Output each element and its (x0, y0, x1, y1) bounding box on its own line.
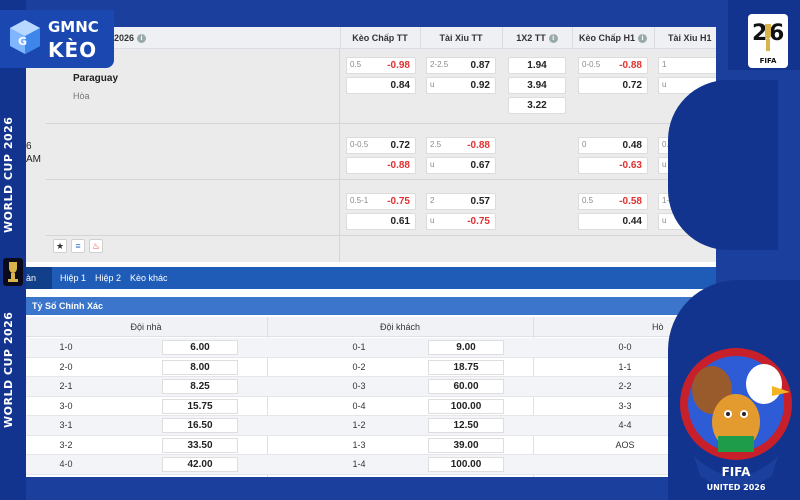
home-score: 3-0 (59, 400, 73, 411)
odd-cell[interactable]: 0-0.5 -0.88 (578, 57, 648, 74)
home-score: 4-0 (59, 459, 73, 469)
odd-cell[interactable]: u 0.92 (426, 77, 496, 94)
home-odd-button[interactable]: 8.00 (162, 359, 238, 375)
side-label-bottom: WORLD CUP 2026 (2, 311, 15, 429)
home-odd-button[interactable]: 15.75 (162, 398, 238, 414)
odd-cell[interactable]: 0.5-1 -0.75 (346, 193, 416, 210)
away-score: 0-2 (352, 361, 366, 372)
info-icon[interactable]: i (548, 34, 558, 44)
league-title: 2026 i (114, 27, 154, 49)
odds-panel: 2026 i Kèo Chấp TT Tài Xỉu TT 1X2 TT i Kèo… (26, 27, 716, 477)
table-row: 3-0 15.75 0-4 100.00 3-3 (26, 397, 716, 416)
home-score: 3-2 (59, 439, 73, 450)
team-column: Paraguay Hòa (46, 49, 340, 262)
fifa-2026-badge-icon: 2 6 FIFA (748, 14, 788, 68)
gmnc-keo-logo[interactable]: G GMNC KÈO (0, 10, 114, 68)
odd-cell[interactable]: -0.88 (346, 157, 416, 174)
away-score: 1-4 (352, 459, 366, 469)
odds-body: Paraguay Hòa 6 AM 0.5 -0.98 0.84 2-2.5 0.8… (26, 49, 716, 262)
odd-cell[interactable]: 2-2.5 0.87 (426, 57, 496, 74)
home-odd-button[interactable]: 42.00 (162, 457, 238, 472)
svg-text:6: 6 (769, 21, 784, 46)
home-score: 2-0 (59, 361, 73, 372)
match-date: 6 (26, 141, 32, 152)
odd-cell[interactable]: 0.72 (578, 77, 648, 94)
world-cup-mascot-emblem: FIFA UNITED 2026 (680, 348, 792, 492)
home-score: 1-0 (59, 342, 73, 352)
home-odd-button[interactable]: 16.50 (162, 418, 238, 433)
tab-full-match[interactable]: àn trận (26, 267, 52, 305)
home-score: 2-1 (59, 381, 73, 391)
odd-cell[interactable]: u 0.67 (426, 157, 496, 174)
col-handicap: Kèo Chấp TT (352, 33, 408, 43)
odd-cell[interactable]: 0.61 (346, 213, 416, 230)
side-label-top: WORLD CUP 2026 (2, 116, 15, 234)
tab-half-2[interactable]: Hiệp 2 (95, 267, 121, 289)
odd-cell[interactable]: 0.5 -0.58 (578, 193, 648, 210)
odd-cell[interactable]: u -0.75 (426, 213, 496, 230)
logo-line2: KÈO (48, 38, 98, 62)
odd-cell[interactable]: 0.44 (578, 213, 648, 230)
table-row: 2-0 8.00 0-2 18.75 1-1 (26, 358, 716, 377)
table-row: 1-0 6.00 0-1 9.00 0-0 (26, 338, 716, 358)
home-odd-button[interactable]: 8.25 (162, 379, 238, 394)
away-score: 0-1 (352, 342, 366, 352)
exact-score-title: Tỷ Số Chính Xác (26, 297, 716, 315)
away-odd-button[interactable]: 100.00 (428, 398, 504, 414)
away-score: 1-3 (352, 439, 366, 450)
draw-label: Hòa (73, 91, 90, 101)
odd-cell[interactable]: 0.84 (346, 77, 416, 94)
home-odd-button[interactable]: 33.50 (162, 437, 238, 453)
home-odd-button[interactable]: 6.00 (162, 340, 238, 355)
odd-cell[interactable]: 0.5 -0.98 (346, 57, 416, 74)
odd-1x2-draw[interactable]: 3.22 (508, 97, 566, 114)
info-icon[interactable]: i (137, 34, 147, 44)
fire-icon[interactable]: ♨ (89, 239, 103, 253)
period-tabs: àn trận Hiệp 1 Hiệp 2 Kèo khác (26, 267, 716, 305)
odd-cell[interactable]: 0 0.48 (578, 137, 648, 154)
home-score: 3-1 (59, 420, 73, 430)
away-score: 0-4 (352, 400, 366, 411)
logo-line1: GMNC (48, 18, 99, 36)
exact-score-columns: Đội nhà Đội khách Hò (26, 317, 716, 337)
svg-text:FIFA: FIFA (722, 465, 751, 479)
away-odd-button[interactable]: 60.00 (428, 379, 504, 394)
mini-trophy-icon (3, 258, 23, 286)
col-home: Đội nhà (130, 322, 162, 332)
away-odd-button[interactable]: 9.00 (428, 340, 504, 355)
svg-text:UNITED 2026: UNITED 2026 (707, 483, 766, 492)
info-icon[interactable]: i (638, 34, 647, 44)
tab-other-odds[interactable]: Kèo khác (130, 267, 168, 289)
odd-1x2-away[interactable]: 3.94 (508, 77, 566, 94)
col-away: Đội khách (379, 322, 421, 332)
table-row: 3-1 16.50 1-2 12.50 4-4 (26, 416, 716, 436)
away-odd-button[interactable]: 12.50 (428, 418, 504, 433)
table-row: 3-2 33.50 1-3 39.00 AOS (26, 436, 716, 455)
svg-text:G: G (18, 35, 27, 48)
away-odd-button[interactable]: 100.00 (428, 457, 504, 472)
away-score: 1-2 (352, 420, 366, 430)
odd-cell[interactable]: -0.63 (578, 157, 648, 174)
star-icon[interactable]: ★ (53, 239, 67, 253)
col-1x2: 1X2 TT i (502, 27, 572, 49)
away-odd-button[interactable]: 39.00 (428, 437, 504, 453)
table-row: 2-1 8.25 0-3 60.00 2-2 (26, 377, 716, 397)
col-handicap-h1: Kèo Chấp H1 i (572, 27, 654, 49)
team-name: Paraguay (73, 73, 119, 84)
odd-cell[interactable]: 2 0.57 (426, 193, 496, 210)
database-icon[interactable]: ≡ (71, 239, 85, 253)
odd-cell[interactable]: 0-0.5 0.72 (346, 137, 416, 154)
away-odd-button[interactable]: 18.75 (428, 359, 504, 375)
col-over-under: Tài Xỉu TT (439, 33, 483, 43)
odds-table-header: 2026 i Kèo Chấp TT Tài Xỉu TT 1X2 TT i Kèo… (26, 27, 716, 49)
odd-1x2-home[interactable]: 1.94 (508, 57, 566, 74)
away-score: 0-3 (352, 381, 366, 391)
odd-cell[interactable]: 2.5 -0.88 (426, 137, 496, 154)
match-time: AM (26, 154, 41, 165)
cube-logo-icon: G (10, 20, 40, 54)
svg-text:FIFA: FIFA (760, 57, 777, 65)
table-row: 4-0 42.00 1-4 100.00 (26, 455, 716, 475)
tab-half-1[interactable]: Hiệp 1 (60, 267, 86, 289)
